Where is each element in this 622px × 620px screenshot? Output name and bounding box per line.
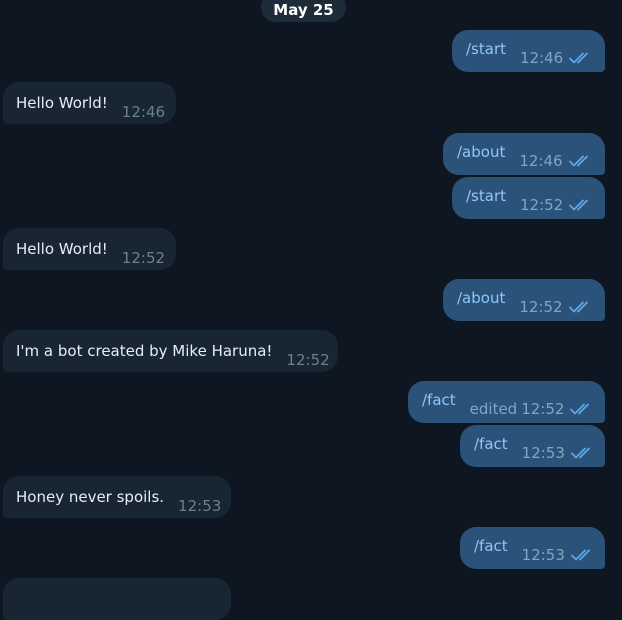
message-meta: 12:52 [122,249,165,267]
message-text: /fact [422,391,456,409]
message-text: Honey never spoils. [16,488,165,506]
message-bubble-outgoing[interactable]: /start 12:46 [452,30,605,72]
message-text: /about [457,289,506,307]
message-time: 12:53 [521,444,565,462]
message-meta: 12:46 [122,103,165,121]
message-bubble-outgoing[interactable]: /start 12:52 [452,177,605,219]
double-check-icon [570,403,590,415]
message-time: 12:52 [521,400,565,418]
message-bubble-incoming[interactable]: I'm a bot created by Mike Haruna! 12:52 [3,330,338,372]
message-text: /start [466,40,506,58]
message-bubble-incoming-partial[interactable] [3,578,231,620]
message-meta: 12:46 [519,152,592,170]
message-bubble-outgoing[interactable]: /fact edited 12:52 [408,381,605,423]
message-text: /fact [474,537,508,555]
message-meta: 12:53 [178,497,221,515]
message-meta: 12:52 [286,351,329,369]
message-bubble-outgoing[interactable]: /about 12:46 [443,133,605,175]
message-time: 12:46 [519,152,563,170]
double-check-icon [568,155,588,167]
message-time: 12:52 [286,351,330,369]
double-check-icon [568,301,588,313]
message-time: 12:46 [121,103,166,121]
edited-label: edited [469,400,518,418]
message-text: I'm a bot created by Mike Haruna! [16,342,273,360]
message-time: 12:53 [178,497,222,515]
message-bubble-outgoing[interactable]: /fact 12:53 [460,527,605,569]
double-check-icon [570,549,590,561]
message-meta: 12:52 [520,196,593,214]
double-check-icon [570,447,590,459]
message-meta: 12:53 [522,444,595,462]
message-time: 12:53 [521,546,565,564]
message-text: Hello World! [16,240,108,258]
message-bubble-incoming[interactable]: Hello World! 12:46 [3,82,176,124]
message-text: /start [466,187,506,205]
message-time: 12:52 [519,298,563,316]
message-bubble-incoming[interactable]: Hello World! 12:52 [3,228,176,270]
message-meta: 12:52 [519,298,592,316]
message-text: /fact [474,435,508,453]
double-check-icon [569,199,589,211]
message-bubble-outgoing[interactable]: /about 12:52 [443,279,605,321]
message-time: 12:52 [520,196,564,214]
message-meta: 12:53 [522,546,595,564]
message-time: 12:46 [520,49,564,67]
message-text: /about [457,143,506,161]
message-meta: edited 12:52 [470,400,595,418]
message-time: 12:52 [121,249,166,267]
message-text: Hello World! [16,94,108,112]
double-check-icon [569,52,589,64]
message-bubble-incoming[interactable]: Honey never spoils. 12:53 [3,476,231,518]
date-separator: May 25 [261,0,346,22]
message-meta: 12:46 [520,49,593,67]
message-bubble-outgoing[interactable]: /fact 12:53 [460,425,605,467]
